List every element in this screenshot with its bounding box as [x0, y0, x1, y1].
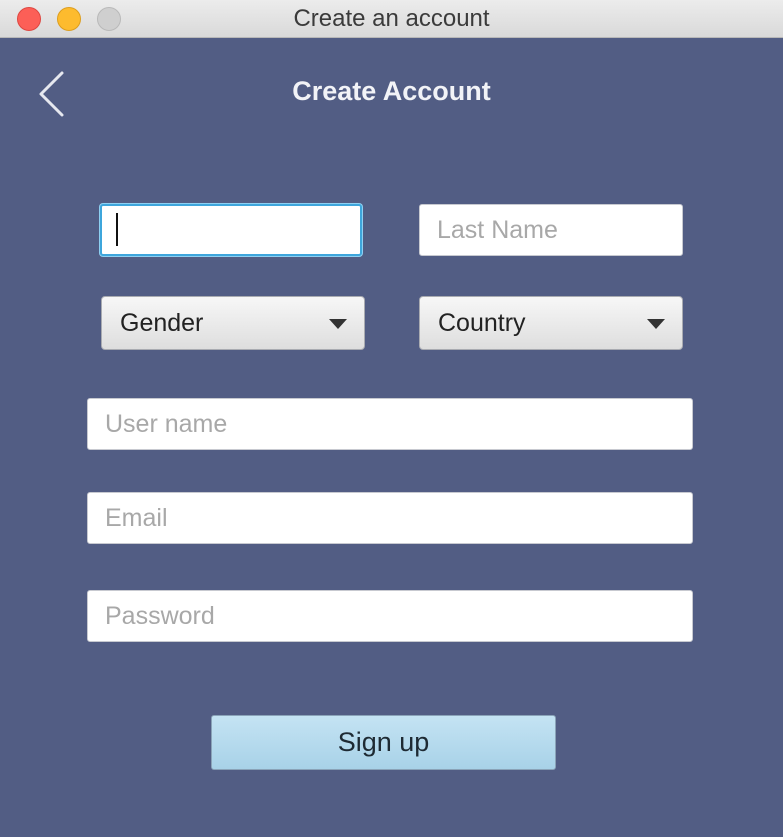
gender-select[interactable]: Gender — [101, 296, 365, 350]
last-name-input[interactable] — [419, 204, 683, 256]
email-input[interactable] — [87, 492, 693, 544]
username-input[interactable] — [87, 398, 693, 450]
country-select-value: Country — [438, 309, 526, 337]
gender-select-value: Gender — [120, 309, 204, 337]
sign-up-button[interactable]: Sign up — [211, 715, 556, 770]
chevron-down-icon — [329, 319, 347, 329]
chevron-down-icon — [647, 319, 665, 329]
window-title: Create an account — [293, 5, 490, 32]
page-title: Create Account — [292, 76, 491, 106]
country-select[interactable]: Country — [419, 296, 683, 350]
title-bar: Create an account — [0, 0, 783, 38]
password-input[interactable] — [87, 590, 693, 642]
app-window: Create an account Create Account Gender … — [0, 0, 783, 837]
text-caret — [116, 213, 118, 246]
first-name-input[interactable] — [100, 204, 362, 256]
